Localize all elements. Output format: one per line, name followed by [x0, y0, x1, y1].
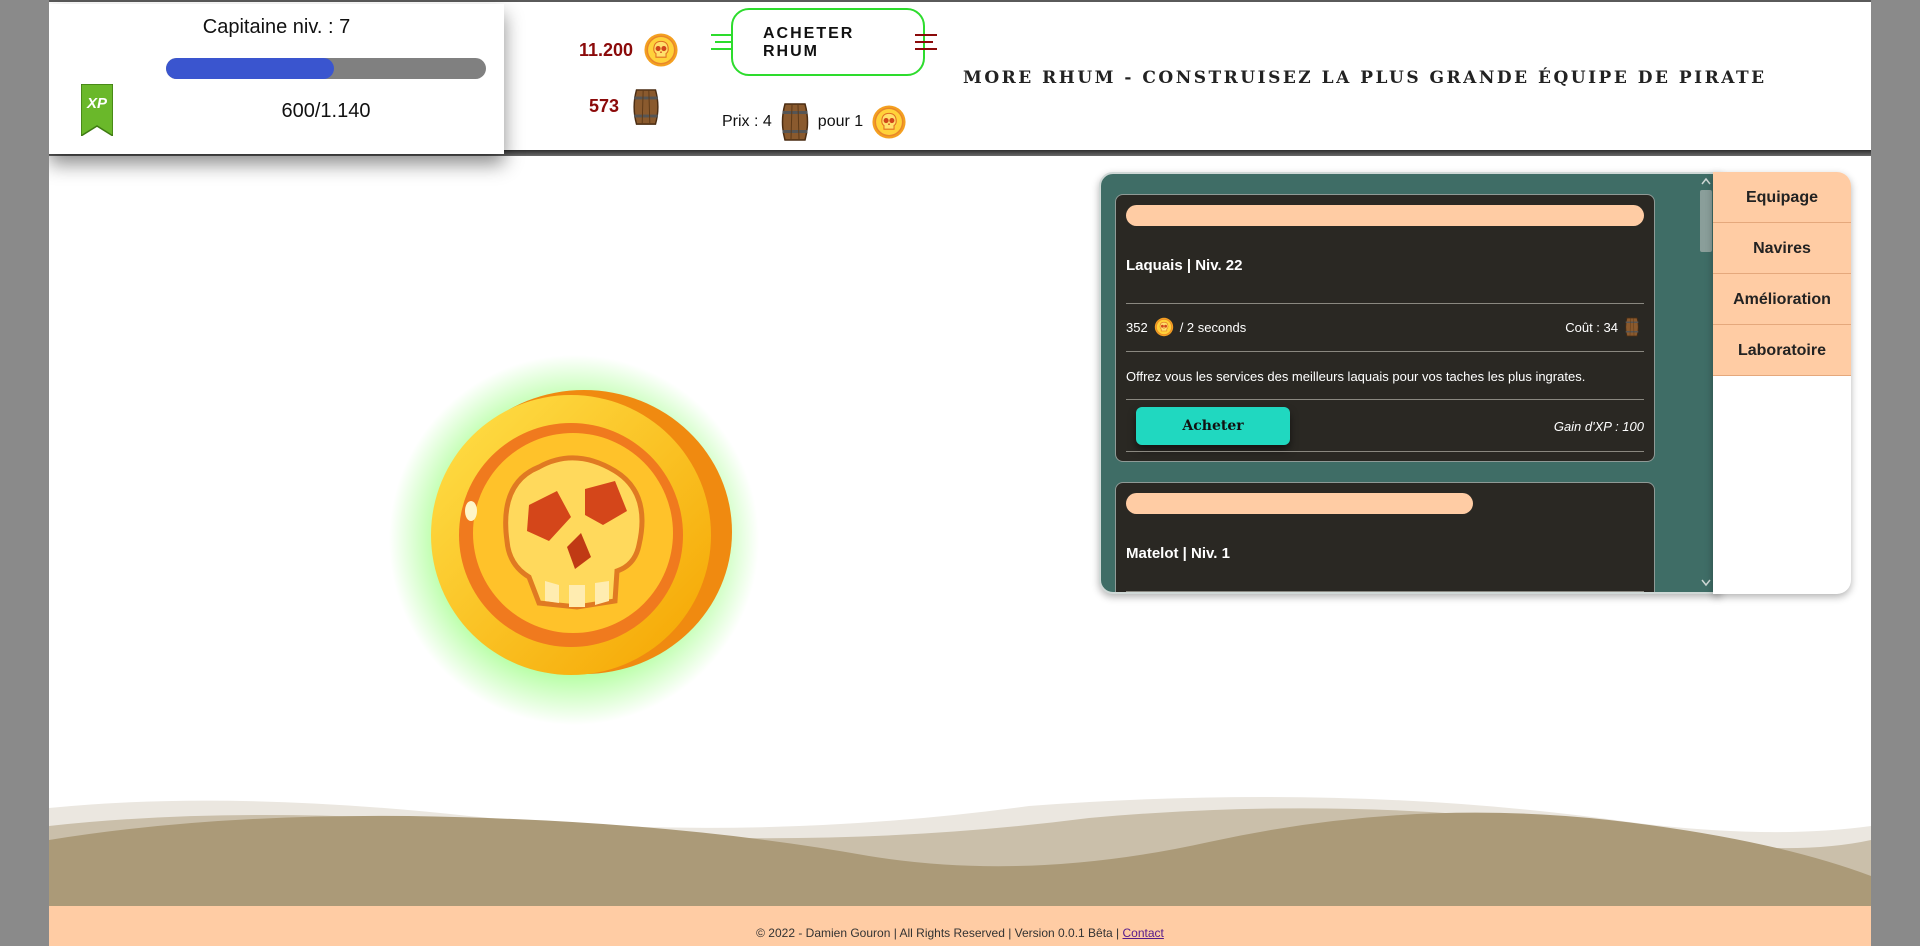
big-skull-coin-clicker[interactable]: [389, 355, 759, 725]
footer: © 2022 - Damien Gouron | All Rights Rese…: [49, 906, 1871, 946]
card-divider: [1126, 303, 1644, 304]
crew-card-progress: [1126, 493, 1474, 514]
xp-progress-fill: [166, 58, 335, 79]
scroll-down-arrow-icon[interactable]: [1700, 578, 1712, 588]
crew-card-laquais: Laquais | Niv. 22 352 / 2 seconds Coût :…: [1115, 194, 1655, 462]
barrel-icon: [633, 89, 659, 125]
shop-panel: Laquais | Niv. 22 352 / 2 seconds Coût :…: [1099, 172, 1721, 594]
xp-badge-text: XP: [86, 95, 108, 112]
rum-amount: 573: [588, 96, 619, 116]
crew-income-rate: 352 / 2 seconds: [1126, 317, 1246, 337]
motion-lines-icon: [915, 34, 937, 50]
crew-cost: Coût : 34: [1565, 317, 1640, 337]
skull-coin-icon: [1154, 317, 1174, 337]
crew-description: Offrez vous les services des meilleurs l…: [1126, 369, 1586, 384]
barrel-icon: [781, 103, 809, 141]
barrel-icon: [1625, 317, 1639, 337]
crew-card-title: Laquais | Niv. 22: [1126, 257, 1243, 274]
rum-price-info: Prix : 4 pour 1: [722, 102, 907, 142]
crew-income-interval: / 2 seconds: [1179, 319, 1247, 335]
buy-crew-button[interactable]: Acheter: [1136, 407, 1290, 445]
crew-card-title: Matelot | Niv. 1: [1126, 545, 1230, 562]
scroll-up-arrow-icon[interactable]: [1700, 176, 1712, 186]
captain-level-panel: Capitaine niv. : 7 600/1.140 XP: [49, 4, 504, 154]
contact-link[interactable]: Contact: [1123, 926, 1164, 940]
tab-equipage[interactable]: Equipage: [1713, 172, 1851, 223]
card-divider: [1126, 351, 1644, 352]
crew-cost-label: Coût : 34: [1565, 319, 1618, 335]
scrollbar-thumb[interactable]: [1700, 190, 1712, 252]
buy-rum-label: ACHETER RHUM: [763, 25, 855, 60]
card-divider: [1126, 591, 1644, 592]
copyright-text: © 2022 - Damien Gouron | All Rights Rese…: [756, 926, 1120, 940]
skull-coin-icon: [643, 32, 679, 68]
tab-navires[interactable]: Navires: [1713, 223, 1851, 274]
header-bar: Capitaine niv. : 7 600/1.140 XP 11.200 5…: [49, 0, 1871, 154]
shop-tabs: Equipage Navires Amélioration Laboratoir…: [1713, 172, 1851, 594]
xp-count-label: 600/1.140: [281, 100, 371, 122]
game-page: Capitaine niv. : 7 600/1.140 XP 11.200 5…: [49, 0, 1871, 946]
captain-level-label: Capitaine niv. : 7: [202, 16, 351, 38]
skull-coin-icon: [871, 104, 907, 140]
tab-laboratoire[interactable]: Laboratoire: [1713, 325, 1851, 376]
card-divider: [1126, 451, 1644, 452]
card-divider: [1126, 399, 1644, 400]
game-tagline: MORE RHUM - CONSTRUISEZ LA PLUS GRANDE É…: [963, 68, 1767, 88]
buy-rum-button[interactable]: ACHETER RHUM: [731, 8, 925, 76]
xp-gain-label: Gain d'XP : 100: [1553, 419, 1644, 434]
crew-card-matelot: Matelot | Niv. 1: [1115, 482, 1655, 592]
xp-badge-icon: XP: [81, 84, 113, 136]
price-middle-label: pour 1: [817, 113, 864, 130]
gold-amount: 11.200: [578, 40, 633, 60]
price-prefix-label: Prix : 4: [722, 113, 772, 130]
sand-dunes-decoration: [49, 797, 1871, 906]
xp-progress-bar: [166, 58, 486, 79]
tab-amelioration[interactable]: Amélioration: [1713, 274, 1851, 325]
crew-income-amount: 352: [1126, 319, 1148, 335]
crew-card-progress: [1126, 205, 1644, 226]
